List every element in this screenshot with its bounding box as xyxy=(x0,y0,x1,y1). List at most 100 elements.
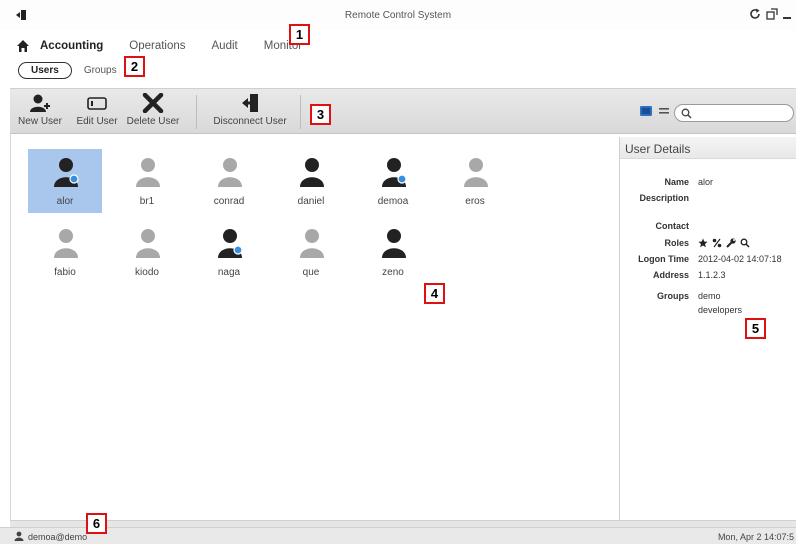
user-avatar-icon xyxy=(54,229,78,258)
callout-marker: 6 xyxy=(86,513,107,534)
callout-marker: 5 xyxy=(745,318,766,339)
percent-icon xyxy=(712,238,722,248)
user-tile[interactable]: kiodo xyxy=(110,220,184,284)
grid-view-icon[interactable] xyxy=(640,106,652,116)
user-name: que xyxy=(302,267,320,278)
online-status-icon xyxy=(233,245,243,255)
magnifier-icon xyxy=(740,238,750,248)
user-avatar-icon xyxy=(382,158,407,187)
callout-marker: 3 xyxy=(310,104,331,125)
user-tile[interactable]: naga xyxy=(192,220,266,284)
callout-marker: 1 xyxy=(289,24,310,45)
name-value: alor xyxy=(698,177,714,187)
status-bar: demoa@demo Mon, Apr 2 14:07:5 xyxy=(0,527,796,544)
search-icon xyxy=(681,108,692,119)
callout-marker: 2 xyxy=(124,56,145,77)
user-tile[interactable]: zeno xyxy=(356,220,430,284)
restore-icon[interactable] xyxy=(765,7,779,21)
user-tile[interactable]: daniel xyxy=(274,149,348,213)
home-icon[interactable] xyxy=(16,39,30,53)
roles-icons xyxy=(698,238,750,248)
toolbar-separator xyxy=(196,95,197,129)
user-avatar-icon xyxy=(218,158,242,187)
user-name: demoa xyxy=(377,196,409,207)
wrench-icon xyxy=(726,238,736,248)
user-name: naga xyxy=(217,267,241,278)
status-datetime: Mon, Apr 2 14:07:5 xyxy=(717,532,794,542)
star-icon xyxy=(698,238,708,248)
user-tile[interactable]: demoa xyxy=(356,149,430,213)
window-title: Remote Control System xyxy=(344,10,452,21)
new-user-label: New User xyxy=(18,116,62,127)
name-label: Name xyxy=(664,177,689,187)
tab-users[interactable]: Users xyxy=(18,62,72,79)
user-name: br1 xyxy=(139,196,155,207)
online-status-icon xyxy=(397,174,407,184)
new-user-button[interactable]: New User xyxy=(16,93,64,127)
content-border xyxy=(10,134,11,522)
description-label: Description xyxy=(639,193,689,203)
edit-user-button[interactable]: Edit User xyxy=(74,93,120,127)
title-bar: Remote Control System xyxy=(0,0,796,30)
user-tile[interactable]: que xyxy=(274,220,348,284)
minimize-icon[interactable] xyxy=(782,7,792,21)
groups-label: Groups xyxy=(656,291,689,301)
main-nav: Accounting Operations Audit Monitor xyxy=(16,38,328,54)
nav-audit[interactable]: Audit xyxy=(212,40,238,52)
delete-x-icon xyxy=(142,93,164,113)
add-user-icon xyxy=(30,94,50,112)
refresh-icon[interactable] xyxy=(748,7,762,21)
search-input[interactable] xyxy=(695,106,787,120)
nav-operations[interactable]: Operations xyxy=(129,40,185,52)
group-item: developers xyxy=(698,305,743,315)
user-name: fabio xyxy=(54,267,76,278)
disconnect-user-button[interactable]: Disconnect User xyxy=(208,93,292,127)
user-avatar-icon xyxy=(464,158,488,187)
delete-user-button[interactable]: Delete User xyxy=(126,93,180,127)
search-box[interactable] xyxy=(674,104,794,122)
logon-time-label: Logon Time xyxy=(638,254,689,264)
user-tile[interactable]: fabio xyxy=(28,220,102,284)
nav-accounting[interactable]: Accounting xyxy=(40,40,103,52)
user-icon xyxy=(14,531,24,541)
user-avatar-icon xyxy=(136,158,160,187)
group-item: demo xyxy=(698,291,721,301)
edit-card-icon xyxy=(87,97,107,110)
user-tile[interactable]: conrad xyxy=(192,149,266,213)
details-header: User Details xyxy=(620,137,796,159)
user-name: alor xyxy=(56,196,74,207)
status-user: demoa@demo xyxy=(28,532,88,542)
toolbar: New User Edit User Delete User Disconnec… xyxy=(10,88,796,134)
user-tile[interactable]: eros xyxy=(438,149,512,213)
toolbar-separator xyxy=(300,95,301,129)
user-name: conrad xyxy=(213,196,245,207)
user-name: eros xyxy=(465,196,485,207)
user-avatar-icon xyxy=(136,229,160,258)
user-tile[interactable]: alor xyxy=(28,149,102,213)
roles-label: Roles xyxy=(664,238,689,248)
user-avatar-icon xyxy=(300,158,324,187)
window-controls xyxy=(748,7,792,21)
user-avatar-icon xyxy=(382,229,406,258)
delete-user-label: Delete User xyxy=(126,116,180,127)
user-tile[interactable]: br1 xyxy=(110,149,184,213)
user-name: zeno xyxy=(382,267,404,278)
user-details-panel: User Details Name alor Description Conta… xyxy=(619,137,796,520)
sub-nav: Users Groups xyxy=(18,62,117,79)
callout-marker: 4 xyxy=(424,283,445,304)
user-avatar-icon xyxy=(54,158,79,187)
user-avatar-icon xyxy=(218,229,243,258)
user-name: daniel xyxy=(297,196,325,207)
disconnect-user-label: Disconnect User xyxy=(213,116,287,127)
online-status-icon xyxy=(69,174,79,184)
tab-groups[interactable]: Groups xyxy=(84,65,117,76)
user-avatar-icon xyxy=(300,229,324,258)
user-name: kiodo xyxy=(135,267,159,278)
disconnect-door-icon xyxy=(242,94,258,112)
contact-label: Contact xyxy=(655,221,690,231)
horizontal-scrollbar[interactable] xyxy=(10,520,796,527)
list-view-icon[interactable] xyxy=(658,106,670,116)
address-label: Address xyxy=(652,270,689,280)
edit-user-label: Edit User xyxy=(76,116,118,127)
address-value: 1.1.2.3 xyxy=(698,270,726,280)
